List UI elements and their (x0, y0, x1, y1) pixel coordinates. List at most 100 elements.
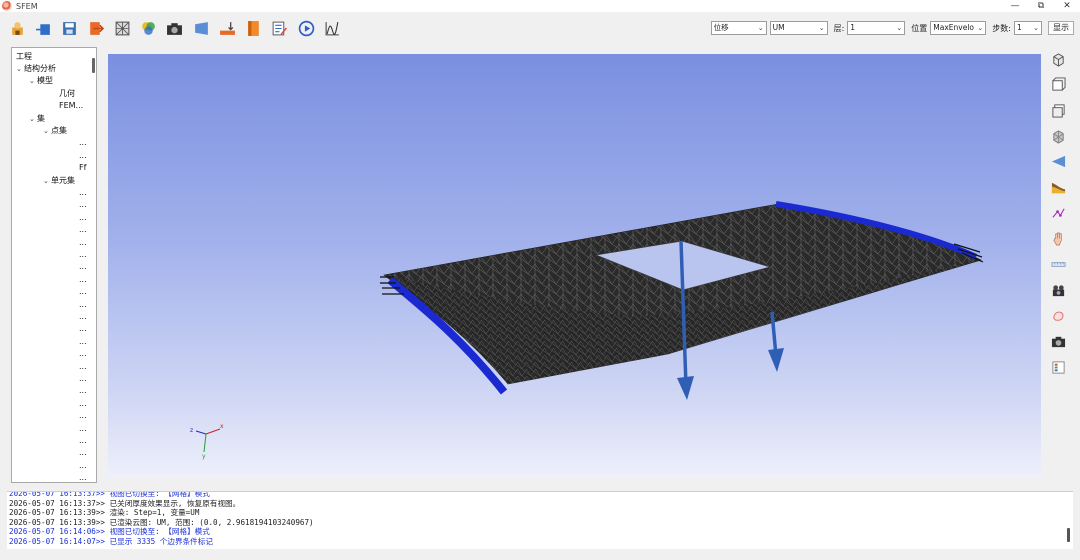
tree-item[interactable]: ... (57, 199, 87, 211)
tree-item-label: 单元集 (51, 175, 75, 185)
tree-root[interactable]: 工程 (16, 51, 32, 63)
light-icon[interactable] (1048, 306, 1068, 326)
mesh-icon[interactable] (112, 18, 132, 38)
display-button[interactable]: 显示 (1048, 21, 1074, 35)
tree-item[interactable]: ⌄ 结构分析 (16, 63, 56, 75)
tree-item[interactable]: ... (57, 336, 87, 348)
tree-item-label: ... (79, 374, 87, 383)
component-select[interactable]: UM ⌄ (769, 21, 828, 35)
load-icon[interactable] (217, 18, 237, 38)
tree-item[interactable]: 几何 (43, 88, 75, 100)
export-icon[interactable] (86, 18, 106, 38)
hand-pan-icon[interactable] (1048, 229, 1068, 249)
chevron-down-icon: ⌄ (896, 24, 903, 32)
triad-x-label: x (220, 423, 224, 430)
tree-item[interactable]: ... (57, 435, 87, 447)
ruler-icon[interactable] (1048, 255, 1068, 275)
tree-item[interactable]: ... (57, 237, 87, 249)
legend-icon[interactable] (1048, 357, 1068, 377)
close-button[interactable]: ✕ (1054, 0, 1080, 12)
tree-item-label: 几何 (59, 88, 75, 98)
tree-item[interactable]: ... (57, 261, 87, 273)
component-value: UM (772, 23, 785, 32)
tree-item-label: ... (79, 349, 87, 359)
wireframe-icon[interactable] (1048, 126, 1068, 146)
tree-scrollbar[interactable] (92, 58, 95, 73)
app-logo-icon (2, 1, 12, 11)
tree-item[interactable]: ... (57, 311, 87, 323)
minimize-button[interactable]: — (1002, 0, 1028, 12)
chevron-down-icon[interactable]: ⌄ (29, 75, 37, 87)
import-icon[interactable] (33, 18, 53, 38)
tree-item-label: ... (79, 398, 87, 408)
tree-item[interactable]: ... (57, 212, 87, 224)
tree-item[interactable]: ... (57, 224, 87, 236)
console-scrollbar[interactable] (1067, 528, 1070, 542)
camera-icon[interactable] (165, 18, 185, 38)
tree-item[interactable]: ... (57, 137, 87, 149)
log-line: 2026-05-07 16:13:37>> 已关闭厚度效果显示, 恢复原有视图。 (9, 498, 241, 508)
tree-item[interactable]: ... (57, 274, 87, 286)
tree-item[interactable]: ⌄ 单元集 (43, 175, 75, 187)
run-icon[interactable] (296, 18, 316, 38)
fem-mesh-canvas[interactable]: z x y (108, 54, 1041, 478)
result-type-select[interactable]: 位移 ⌄ (710, 21, 767, 35)
tree-item[interactable]: ... (57, 323, 87, 335)
tree-item[interactable]: ... (57, 249, 87, 261)
plot-icon[interactable] (323, 18, 343, 38)
step-select[interactable]: 1 ⌄ (1014, 21, 1042, 35)
top-view-icon[interactable] (1048, 100, 1068, 120)
tree-item-label: FEM... (59, 101, 84, 111)
tree-item[interactable]: ... (57, 447, 87, 459)
tree-item[interactable]: ... (57, 460, 87, 472)
layer-select[interactable]: 1 ⌄ (847, 21, 906, 35)
new-project-icon[interactable] (7, 18, 27, 38)
project-tree[interactable]: 工程 ⌄ 结构分析 ⌄ 模型 几何 FEM... ⌄ 集 ⌄ 点集...... Ff ⌄ 单元集....… (11, 47, 97, 483)
node-icon[interactable] (1048, 203, 1068, 223)
restore-button[interactable]: ⧉ (1028, 0, 1054, 12)
bookmark-icon[interactable] (244, 18, 264, 38)
tree-item[interactable]: ... (57, 385, 87, 397)
tree-item[interactable]: ... (57, 361, 87, 373)
tree-item[interactable]: ... (57, 286, 87, 298)
tree-item-label: ... (79, 448, 87, 458)
tree-item[interactable]: ... (57, 410, 87, 422)
iso-view-icon[interactable] (1048, 49, 1068, 69)
tree-item[interactable]: ⌄ 模型 (29, 75, 53, 87)
tree-item[interactable]: ... (57, 373, 87, 385)
tree-item[interactable]: Ff (57, 162, 86, 174)
tree-item[interactable]: ⌄ 集 (29, 113, 45, 125)
tree-item[interactable]: ... (57, 472, 87, 482)
camera-record-icon[interactable] (1048, 280, 1068, 300)
step-label: 步数: (992, 23, 1011, 33)
position-select[interactable]: MaxEnvelo ⌄ (930, 21, 987, 35)
tree-item-label: ... (79, 299, 87, 309)
material-icon[interactable] (138, 18, 158, 38)
section-view-icon[interactable] (1048, 152, 1068, 172)
chevron-down-icon[interactable]: ⌄ (29, 113, 37, 125)
chevron-down-icon[interactable]: ⌄ (43, 125, 51, 137)
tree-item[interactable]: ... (57, 150, 87, 162)
triad-y-label: y (202, 453, 206, 460)
edit-icon[interactable] (270, 18, 290, 38)
chevron-down-icon: ⌄ (818, 24, 825, 32)
tree-item[interactable]: ... (57, 398, 87, 410)
front-view-icon[interactable] (1048, 75, 1068, 95)
tree-item-label: ... (79, 237, 87, 247)
chevron-down-icon[interactable]: ⌄ (43, 175, 51, 187)
save-icon[interactable] (60, 18, 80, 38)
contour-icon[interactable] (1048, 177, 1068, 197)
tree-item[interactable]: ... (57, 348, 87, 360)
tree-item[interactable]: ... (57, 187, 87, 199)
tree-item[interactable]: ... (57, 299, 87, 311)
snapshot-icon[interactable] (1048, 332, 1068, 352)
section-icon[interactable] (191, 18, 211, 38)
tree-item[interactable]: FEM... (43, 100, 83, 112)
tree-item[interactable]: ... (57, 423, 87, 435)
log-line: 2026-05-07 16:14:07>> 已显示 3335 个边界条件标记 (9, 537, 213, 546)
model-viewport[interactable]: z x y (108, 54, 1041, 478)
chevron-down-icon[interactable]: ⌄ (16, 63, 24, 75)
message-console[interactable]: 2026-05-07 16:13:37>> 视图已切换至: 【网格】模式 2026… (7, 491, 1073, 549)
tree-item-label: ... (79, 324, 87, 334)
tree-item[interactable]: ⌄ 点集 (43, 125, 67, 137)
